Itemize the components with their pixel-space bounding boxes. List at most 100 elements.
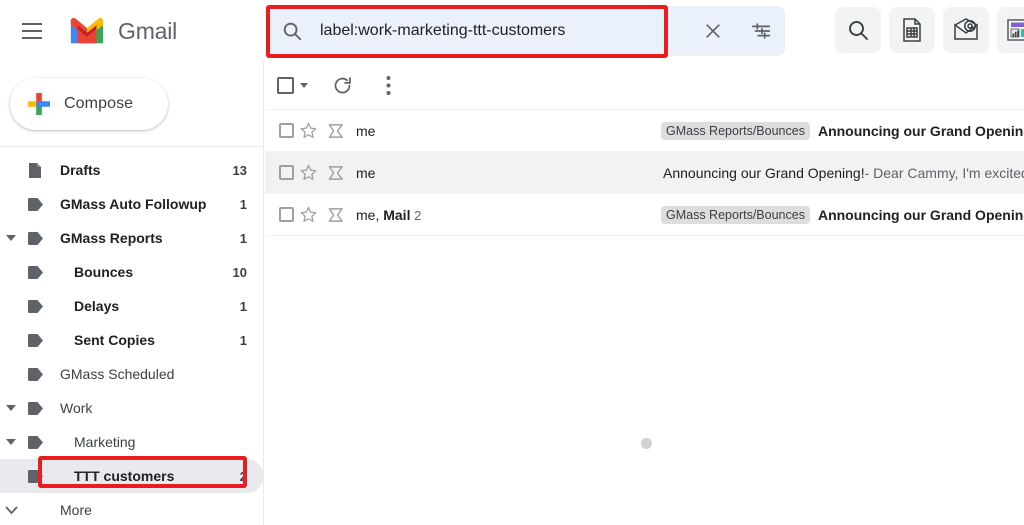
sidebar-item-count: 1 — [239, 298, 247, 314]
sidebar-item-label: Delays — [74, 298, 120, 314]
file-icon — [22, 162, 48, 179]
sidebar-item-delays[interactable]: Delays 1 — [0, 289, 263, 323]
label-icon — [22, 435, 48, 450]
hamburger-icon[interactable] — [8, 7, 56, 55]
twisty-toggle[interactable] — [0, 438, 22, 446]
select-all-checkbox[interactable] — [277, 77, 308, 94]
table-row[interactable]: me, Mail 2 GMass Reports/Bounces Announcin… — [265, 194, 1024, 236]
star-icon[interactable] — [294, 164, 322, 181]
sidebar-item-label: Marketing — [74, 434, 136, 450]
sidebar-item-label: More — [60, 502, 92, 518]
search-input[interactable] — [316, 22, 689, 40]
star-icon[interactable] — [294, 122, 322, 139]
star-icon[interactable] — [300, 206, 317, 223]
sidebar-item-label: Bounces — [74, 264, 134, 280]
label-icon — [27, 333, 43, 347]
label-chip[interactable]: GMass Reports/Bounces — [661, 121, 810, 140]
label-icon — [22, 469, 48, 484]
compose-label: Compose — [64, 95, 134, 112]
sidebar-item-bounces[interactable]: Bounces 10 — [0, 255, 263, 289]
important-marker-icon[interactable] — [322, 123, 350, 139]
twisty-toggle[interactable] — [0, 404, 22, 412]
twisty-expanded-icon[interactable] — [6, 404, 16, 412]
sidebar-item-count: 1 — [239, 196, 247, 212]
compose-button[interactable]: Compose — [10, 78, 168, 130]
sidebar-item-gmass-auto-followup[interactable]: GMass Auto Followup 1 — [0, 187, 263, 221]
email-at-icon[interactable] — [943, 7, 989, 53]
checkbox-square — [277, 77, 294, 94]
sidebar: Compose Drafts 13 GMass Auto Followup 1 GMas… — [0, 62, 264, 525]
toolbar-icons — [835, 7, 1024, 53]
mail-rows: me GMass Reports/Bounces Announcing our Gr… — [265, 110, 1024, 236]
star-icon[interactable] — [300, 164, 317, 181]
row-checkbox[interactable] — [279, 165, 294, 180]
sender-name: me — [356, 164, 376, 181]
spreadsheet-icon[interactable] — [889, 7, 935, 53]
search-tool-icon[interactable] — [835, 7, 881, 53]
label-icon — [22, 401, 48, 416]
twisty-toggle[interactable] — [0, 506, 22, 515]
search-options-icon[interactable] — [737, 7, 785, 55]
label-icon — [27, 401, 43, 415]
subject-area: GMass Reports/Bounces Announcing our Gran… — [475, 205, 1024, 224]
important-marker-icon[interactable] — [328, 165, 345, 181]
sidebar-nav-list: Drafts 13 GMass Auto Followup 1 GMass Report… — [0, 147, 263, 525]
label-icon — [27, 231, 43, 245]
gmail-logo-icon — [70, 17, 104, 44]
star-icon[interactable] — [294, 206, 322, 223]
snippet-text: - Dear Cammy, I'm excited to anno — [864, 164, 1024, 181]
twisty-expanded-icon[interactable] — [6, 438, 16, 446]
twisty-expanded-icon[interactable] — [6, 234, 16, 242]
sidebar-item-count: 2 — [239, 468, 247, 484]
sidebar-item-more[interactable]: More — [0, 493, 263, 525]
important-marker-icon[interactable] — [322, 207, 350, 223]
brand-label: Gmail — [118, 17, 178, 44]
sidebar-item-gmass-scheduled[interactable]: GMass Scheduled — [0, 357, 263, 391]
label-icon — [27, 299, 43, 313]
sidebar-item-drafts[interactable]: Drafts 13 — [0, 153, 263, 187]
chevron-down-icon[interactable] — [5, 506, 18, 515]
subject-area: GMass Reports/Bounces Announcing our Gran… — [475, 121, 1024, 140]
subject-text: Announcing our Grand Opening! — [817, 206, 1024, 223]
sidebar-item-marketing[interactable]: Marketing — [0, 425, 263, 459]
sidebar-item-gmass-reports[interactable]: GMass Reports 1 — [0, 221, 263, 255]
label-icon — [27, 469, 43, 483]
search-bar[interactable] — [266, 6, 785, 56]
sidebar-item-label: GMass Reports — [60, 230, 163, 246]
row-checkbox[interactable] — [279, 207, 294, 222]
gmass-dashboard-icon[interactable] — [997, 7, 1024, 53]
sidebar-item-label: Drafts — [60, 162, 101, 178]
list-toolbar — [265, 62, 1024, 110]
sidebar-item-label: Work — [60, 400, 93, 416]
refresh-icon[interactable] — [324, 68, 360, 104]
close-icon[interactable] — [689, 7, 737, 55]
sidebar-item-count: 10 — [232, 264, 247, 280]
sidebar-item-work[interactable]: Work — [0, 391, 263, 425]
label-icon — [22, 231, 48, 246]
subject-text: Announcing our Grand Opening! — [817, 122, 1024, 139]
label-icon — [22, 333, 48, 348]
table-row[interactable]: me GMass Reports/Bounces Announcing our Gr… — [265, 110, 1024, 152]
label-icon — [22, 265, 48, 280]
label-icon — [22, 367, 48, 382]
label-icon — [22, 197, 48, 212]
sidebar-item-label: GMass Scheduled — [60, 366, 175, 382]
label-chip[interactable]: GMass Reports/Bounces — [661, 205, 810, 224]
search-icon[interactable] — [268, 7, 316, 55]
table-row[interactable]: me Announcing our Grand Opening! - Dear C… — [265, 152, 1024, 194]
sender-name: me, Mail 2 — [356, 206, 422, 223]
twisty-toggle[interactable] — [0, 234, 22, 242]
sidebar-item-label: GMass Auto Followup — [60, 196, 207, 212]
important-marker-icon[interactable] — [328, 123, 345, 139]
sidebar-item-ttt-customers[interactable]: TTT customers 2 — [0, 459, 263, 493]
important-marker-icon[interactable] — [328, 207, 345, 223]
more-options-icon[interactable] — [370, 68, 406, 104]
sidebar-item-sent-copies[interactable]: Sent Copies 1 — [0, 323, 263, 357]
star-icon[interactable] — [300, 122, 317, 139]
important-marker-icon[interactable] — [322, 165, 350, 181]
sidebar-item-count: 1 — [239, 230, 247, 246]
subject-text: Announcing our Grand Opening! — [663, 164, 865, 181]
row-checkbox[interactable] — [279, 123, 294, 138]
label-icon — [27, 197, 43, 211]
sidebar-item-count: 13 — [232, 162, 247, 178]
